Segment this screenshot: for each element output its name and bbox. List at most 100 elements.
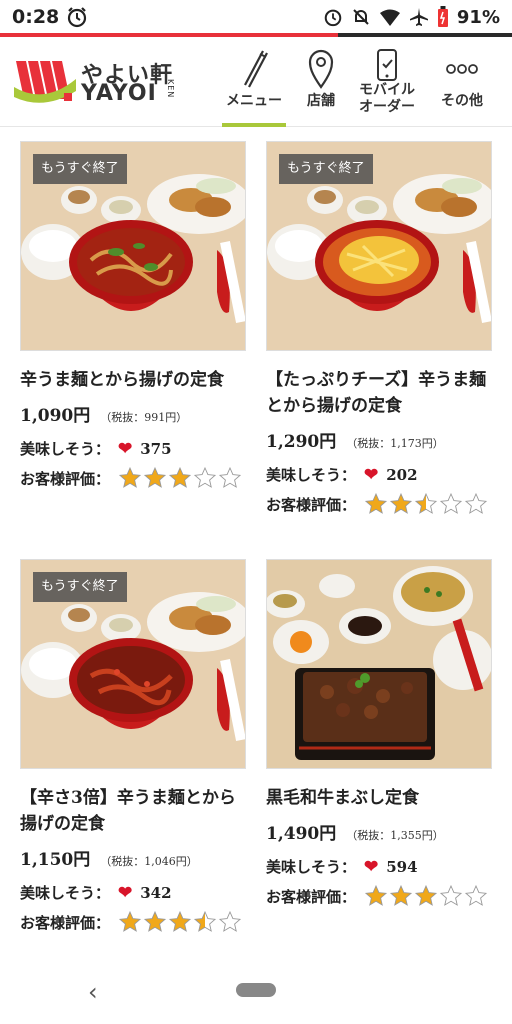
product-card[interactable]: もうすぐ終了 【辛さ3倍】辛うま麺とから揚げの定食 1,150円 （税抜：1,0… [20, 559, 246, 961]
star-icon [464, 884, 488, 906]
alarm-icon [324, 9, 342, 27]
like-row: 美味しそう： ❤ 342 [20, 882, 246, 903]
yayoi-logo[interactable]: やよい軒 YAYOI KEN [14, 55, 175, 106]
star-icon [143, 466, 167, 488]
price-excl-tax: （税抜：991円） [100, 411, 188, 424]
product-image[interactable]: もうすぐ終了 [20, 559, 246, 769]
battery-icon [437, 6, 448, 27]
like-label: 美味しそう： [266, 858, 357, 876]
status-icons: 91% [323, 6, 500, 28]
star-icon [218, 910, 242, 932]
star-icon [414, 492, 438, 514]
review-row: お客様評価： [266, 883, 492, 935]
review-label: お客様評価： [20, 914, 111, 932]
review-label: お客様評価： [20, 470, 111, 488]
logo-ken-text: KEN [166, 79, 175, 99]
product-name[interactable]: 【辛さ3倍】辛うま麺とから揚げの定食 [20, 785, 246, 837]
star-icon [168, 466, 192, 488]
like-label: 美味しそう： [20, 884, 111, 902]
star-icon [193, 466, 217, 488]
like-count: 202 [386, 465, 418, 484]
logo-english-text: YAYOI [81, 81, 157, 106]
price-row: 1,490円 （税抜：1,355円） [266, 819, 492, 844]
system-navigation-bar: ‹ [0, 960, 512, 1024]
price-excl-tax: （税抜：1,173円） [346, 437, 444, 450]
airplane-icon [409, 8, 428, 26]
product-price: 1,290円 [266, 432, 337, 452]
star-rating [364, 491, 488, 517]
review-row: お客様評価： [20, 465, 246, 517]
review-row: お客様評価： [20, 909, 246, 961]
product-name[interactable]: 黒毛和牛まぶし定食 [266, 785, 492, 811]
product-price: 1,150円 [20, 850, 91, 870]
nav-mobile-order[interactable]: モバイル オーダー [354, 49, 420, 125]
product-name[interactable]: 【たっぷりチーズ】辛うま麺とから揚げの定食 [266, 367, 492, 419]
star-icon [364, 492, 388, 514]
heart-icon[interactable]: ❤ [118, 883, 132, 903]
star-icon [389, 884, 413, 906]
heart-icon[interactable]: ❤ [364, 465, 378, 485]
star-icon [168, 910, 192, 932]
heart-icon[interactable]: ❤ [118, 439, 132, 459]
logo-mark-icon [14, 61, 76, 103]
like-label: 美味しそう： [266, 466, 357, 484]
star-icon [143, 910, 167, 932]
mute-bell-icon [353, 9, 369, 25]
like-label: 美味しそう： [20, 440, 111, 458]
nav-menu-label: メニュー [226, 93, 282, 109]
ending-soon-badge: もうすぐ終了 [33, 154, 127, 184]
like-row: 美味しそう： ❤ 375 [20, 438, 246, 459]
app-header: やよい軒 YAYOI KEN メニュー 店舗 モバイル オーダー その他 [0, 37, 512, 127]
like-row: 美味しそう： ❤ 202 [266, 464, 492, 485]
star-rating [118, 465, 242, 491]
more-dots-icon [446, 64, 478, 74]
alarm-icon [67, 7, 87, 28]
nav-store[interactable]: 店舗 [296, 49, 346, 125]
price-excl-tax: （税抜：1,355円） [346, 829, 444, 842]
star-icon [118, 910, 142, 932]
product-image[interactable]: もうすぐ終了 [20, 141, 246, 351]
star-icon [389, 492, 413, 514]
product-price: 1,490円 [266, 824, 337, 844]
product-card[interactable]: 黒毛和牛まぶし定食 1,490円 （税抜：1,355円） 美味しそう： ❤ 59… [266, 559, 492, 935]
product-price: 1,090円 [20, 406, 91, 426]
product-card[interactable]: もうすぐ終了 【たっぷりチーズ】辛うま麺とから揚げの定食 1,290円 （税抜：… [266, 141, 492, 543]
phone-check-icon [377, 49, 397, 81]
battery-percent: 91% [456, 6, 500, 28]
product-image[interactable] [266, 559, 492, 769]
star-rating [118, 909, 242, 935]
review-label: お客様評価： [266, 496, 357, 514]
heart-icon[interactable]: ❤ [364, 857, 378, 877]
price-row: 1,150円 （税抜：1,046円） [20, 845, 246, 870]
active-tab-indicator [222, 123, 286, 127]
like-count: 342 [140, 883, 172, 902]
star-icon [118, 466, 142, 488]
review-label: お客様評価： [266, 888, 357, 906]
review-row: お客様評価： [266, 491, 492, 543]
nav-menu[interactable]: メニュー [222, 49, 286, 127]
star-icon [218, 466, 242, 488]
nav-other[interactable]: その他 [434, 49, 490, 125]
back-chevron-icon[interactable]: ‹ [88, 978, 98, 1006]
star-icon [364, 884, 388, 906]
wifi-icon [379, 9, 400, 26]
food-photo-illustration [267, 560, 491, 768]
like-count: 594 [386, 857, 418, 876]
ending-soon-badge: もうすぐ終了 [279, 154, 373, 184]
price-excl-tax: （税抜：1,046円） [100, 855, 198, 868]
star-rating [364, 883, 488, 909]
home-pill-icon[interactable] [236, 983, 276, 997]
star-icon [439, 884, 463, 906]
product-name[interactable]: 辛うま麺とから揚げの定食 [20, 367, 246, 393]
status-bar: 0:28 91% [0, 0, 512, 37]
status-time: 0:28 [12, 6, 60, 28]
nav-other-label: その他 [441, 93, 483, 109]
star-icon [414, 884, 438, 906]
star-icon [193, 910, 217, 932]
chopsticks-icon [244, 50, 268, 88]
like-count: 375 [140, 439, 172, 458]
product-image[interactable]: もうすぐ終了 [266, 141, 492, 351]
nav-store-label: 店舗 [307, 93, 335, 109]
product-card[interactable]: もうすぐ終了 辛うま麺とから揚げの定食 1,090円 （税抜：991円） 美味し… [20, 141, 246, 517]
location-pin-icon [308, 49, 334, 89]
